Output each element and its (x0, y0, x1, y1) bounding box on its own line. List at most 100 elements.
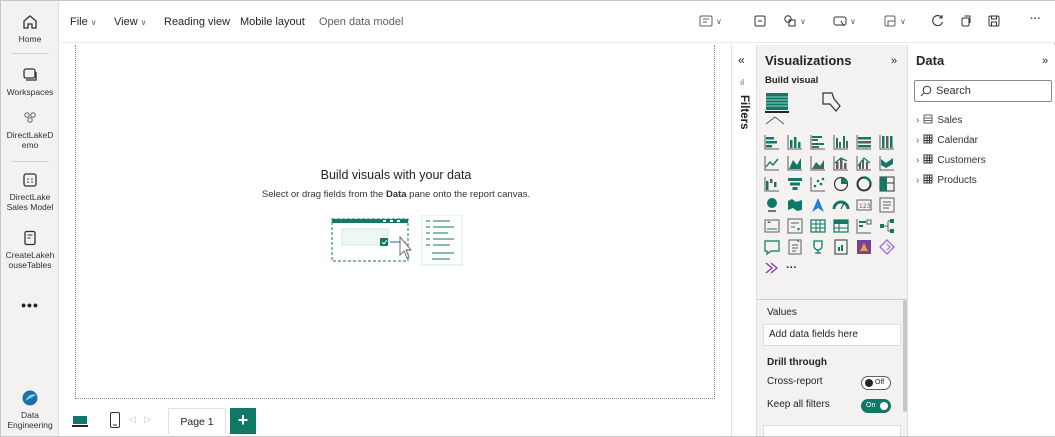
mobile-layout-icon[interactable] (109, 411, 121, 429)
clustered-bar-chart-icon[interactable] (809, 133, 827, 151)
page-tab-page-1[interactable]: Page 1 (168, 408, 226, 434)
cross-report-toggle[interactable]: Off (861, 376, 891, 390)
kpi-icon[interactable] (763, 217, 781, 235)
power-automate-icon[interactable] (878, 238, 896, 256)
key-influencers-icon[interactable] (809, 238, 827, 256)
funnel-chart-icon[interactable] (786, 175, 804, 193)
table-item-products[interactable]: › Products (916, 174, 977, 186)
100-stacked-bar-chart-icon[interactable] (855, 133, 873, 151)
stacked-bar-chart-icon[interactable] (763, 133, 781, 151)
reading-view-button[interactable]: Reading view (164, 16, 230, 28)
table-icon (923, 174, 933, 184)
collapse-data-pane-icon[interactable]: » (1042, 55, 1048, 67)
table-item-calendar[interactable]: › Calendar (916, 134, 978, 146)
table-item-sales[interactable]: › Sales (916, 114, 962, 126)
pie-chart-icon[interactable] (832, 175, 850, 193)
file-menu[interactable]: File ∨ (70, 16, 97, 28)
view-menu[interactable]: View ∨ (114, 16, 147, 28)
table-icon[interactable] (809, 217, 827, 235)
copy-icon (961, 15, 971, 27)
nav-home[interactable]: Home (1, 13, 59, 44)
get-more-visuals-icon[interactable] (763, 259, 781, 277)
build-visual-tab[interactable] (765, 91, 789, 113)
rail-divider (11, 53, 49, 54)
table-name: Products (937, 175, 977, 186)
experience-switcher[interactable]: Data Engineering (1, 389, 59, 430)
drill-through-drop-zone[interactable] (763, 425, 901, 436)
values-drop-zone[interactable]: Add data fields here (763, 324, 901, 346)
100-stacked-column-chart-icon[interactable] (878, 133, 896, 151)
matrix-icon[interactable] (832, 217, 850, 235)
paginated-report-icon[interactable] (832, 238, 850, 256)
desktop-layout-icon[interactable] (71, 414, 89, 428)
drill-through-heading: Drill through (767, 357, 827, 368)
collapse-visualizations-icon[interactable]: » (891, 55, 897, 67)
shapes-dropdown[interactable]: ∨ (782, 13, 806, 31)
line-chart-icon[interactable] (763, 154, 781, 172)
decomposition-tree-icon[interactable] (878, 217, 896, 235)
open-data-model-button[interactable]: Open data model (319, 16, 403, 28)
power-apps-icon[interactable] (855, 238, 873, 256)
treemap-icon[interactable] (878, 175, 896, 193)
table-name: Calendar (937, 135, 978, 146)
more-actions-icon[interactable]: ··· (1030, 13, 1041, 31)
toggle-state-text: Off (875, 379, 885, 386)
card-icon[interactable]: 123 (855, 196, 873, 214)
filled-map-icon[interactable] (786, 196, 804, 214)
map-icon[interactable] (763, 196, 781, 214)
chevron-right-icon: › (916, 115, 920, 126)
nav-notebook[interactable]: CreateLakehouseTables (1, 229, 59, 270)
line-and-clustered-column-icon[interactable] (855, 154, 873, 172)
more-options-icon[interactable]: ••• (1, 297, 59, 313)
format-visual-tab[interactable] (819, 91, 843, 113)
stacked-area-chart-icon[interactable] (809, 154, 827, 172)
visualizations-title: Visualizations (765, 53, 852, 68)
data-pane-title: Data (916, 53, 945, 68)
expand-filters-icon[interactable]: « (738, 53, 745, 67)
save-icon (988, 15, 1000, 27)
nav-workspace-directlakedemo[interactable]: DirectLakeDemo (1, 109, 59, 150)
filters-label: Filters (738, 95, 750, 130)
more-visuals-ellipsis[interactable]: ··· (786, 259, 797, 277)
save-button[interactable] (986, 13, 1002, 31)
donut-chart-icon[interactable] (855, 175, 873, 193)
buttons-dropdown[interactable]: ∨ (832, 13, 856, 31)
ribbon-chart-icon[interactable] (878, 154, 896, 172)
chevron-down-icon: ∨ (716, 16, 722, 26)
page-prev-icon[interactable]: ◁ (129, 414, 136, 425)
group-icon (24, 112, 36, 123)
clustered-column-chart-icon[interactable] (832, 133, 850, 151)
nav-workspace-label: DirectLakeDemo (6, 130, 54, 150)
area-chart-icon[interactable] (786, 154, 804, 172)
menu-bar: File ∨ View ∨ Reading view Mobile layout O… (60, 1, 1055, 43)
r-visual-icon[interactable] (855, 217, 873, 235)
azure-map-icon[interactable] (809, 196, 827, 214)
gauge-icon[interactable] (832, 196, 850, 214)
report-canvas[interactable]: Build visuals with your data Select or d… (75, 45, 715, 399)
table-name: Sales (937, 115, 963, 126)
scatter-chart-icon[interactable] (809, 175, 827, 193)
add-page-button[interactable]: + (230, 408, 256, 434)
new-visual-button[interactable] (752, 13, 768, 31)
multi-row-card-icon[interactable] (878, 196, 896, 214)
duplicate-button[interactable] (958, 13, 974, 31)
smart-narrative-icon[interactable] (786, 238, 804, 256)
nav-semantic-model[interactable]: DirectLake Sales Model (1, 171, 59, 212)
table-item-customers[interactable]: › Customers (916, 154, 986, 166)
page-next-icon[interactable]: ▷ (144, 414, 151, 425)
subtitle-text: Select or drag fields from the (261, 189, 386, 200)
mobile-layout-button[interactable]: Mobile layout (240, 16, 305, 28)
slicer-icon[interactable] (786, 217, 804, 235)
stacked-column-chart-icon[interactable] (786, 133, 804, 151)
qna-icon[interactable] (763, 238, 781, 256)
refresh-button[interactable] (930, 13, 946, 31)
keep-all-filters-toggle[interactable]: On (861, 399, 891, 413)
filters-pane-collapsed[interactable]: « ıl Filters (731, 45, 755, 436)
waterfall-chart-icon[interactable] (763, 175, 781, 193)
left-nav-rail: Home Workspaces DirectLakeDemo DirectLak… (1, 1, 59, 436)
text-box-dropdown[interactable]: ∨ (698, 13, 722, 31)
line-and-stacked-column-icon[interactable] (832, 154, 850, 172)
nav-workspaces[interactable]: Workspaces (1, 66, 59, 97)
image-dropdown[interactable]: ∨ (882, 13, 906, 31)
data-search-input[interactable]: Search (914, 80, 1052, 102)
